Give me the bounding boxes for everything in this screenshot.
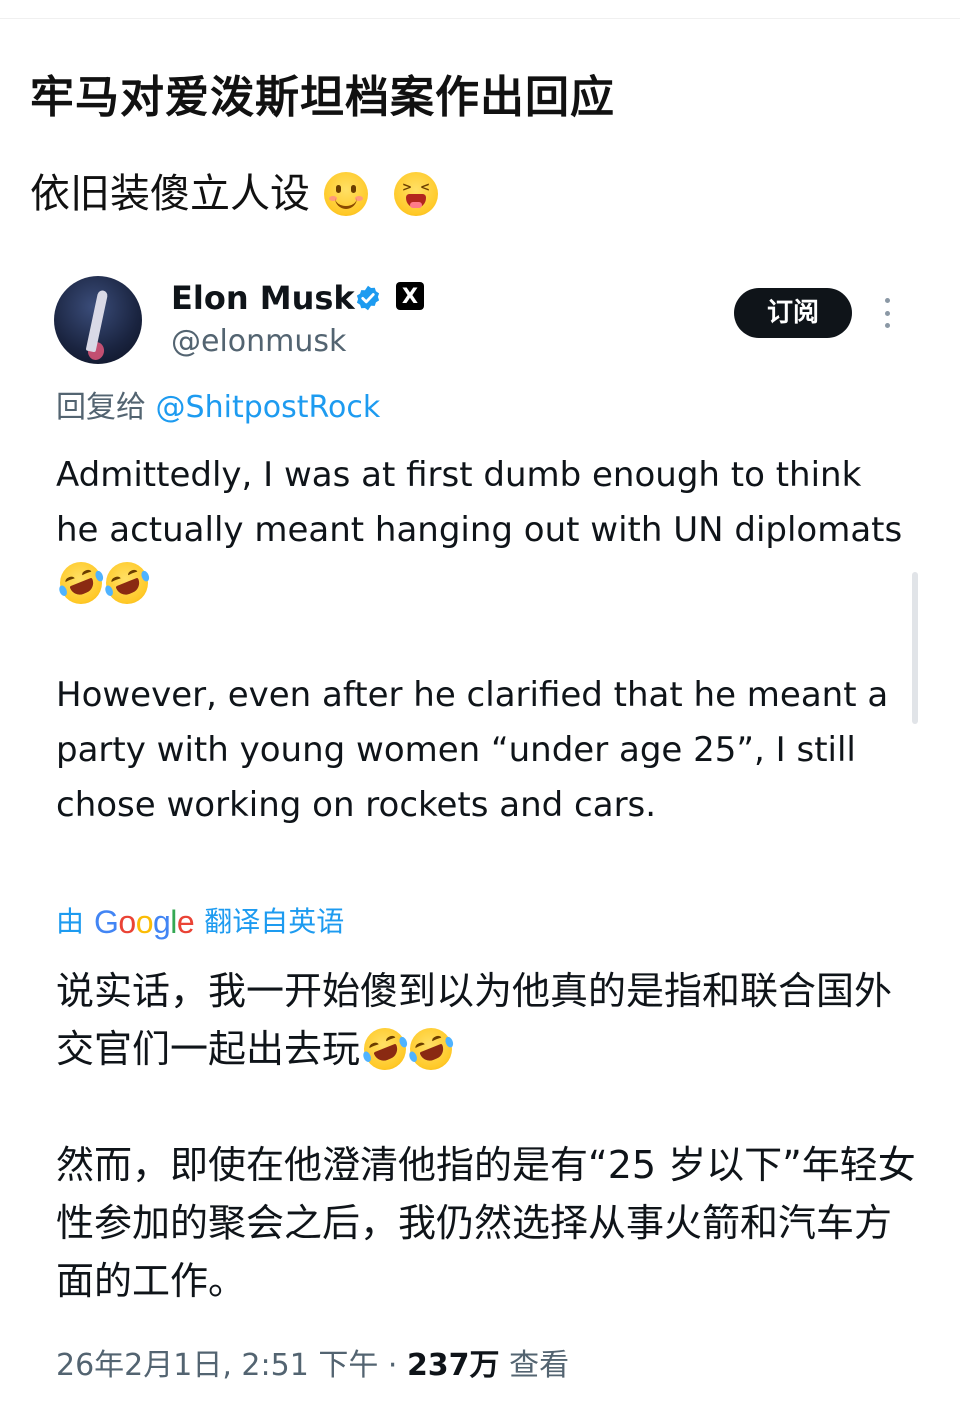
avatar[interactable] <box>54 276 142 364</box>
top-divider <box>0 18 960 19</box>
translated-paragraph: 然而，即使在他澄清他指的是有“25 岁以下”年轻女性参加的聚会之后，我仍然选择从… <box>56 1143 916 1303</box>
x-logo-icon: X <box>396 282 424 310</box>
tweet-meta: 26年2月1日, 2:51 下午 · 237万 查看 <box>56 1346 569 1386</box>
verified-badge-icon <box>356 285 380 311</box>
google-logo: Google <box>94 904 195 940</box>
more-options-icon[interactable] <box>882 298 892 328</box>
translation-attribution[interactable]: 由 Google 翻译自英语 <box>56 902 344 942</box>
tweet-paragraph-1-text: Admittedly, I was at first dumb enough t… <box>56 455 903 550</box>
translate-prefix: 由 <box>56 905 85 938</box>
translated-paragraph-1-text: 说实话，我一开始傻到以为他真的是指和联合国外交官们一起出去玩 <box>56 969 893 1071</box>
smiling-face-icon <box>324 172 368 216</box>
rofl-face-icon <box>357 1021 413 1077</box>
translated-text: 说实话，我一开始傻到以为他真的是指和联合国外交官们一起出去玩 然而，即使在他澄清… <box>56 962 916 1310</box>
views-label: 查看 <box>499 1348 570 1383</box>
post-title: 牢马对爱泼斯坦档案作出回应 <box>30 72 615 123</box>
views-count: 237万 <box>406 1348 500 1383</box>
scrollbar[interactable] <box>912 572 918 724</box>
rofl-face-icon <box>53 555 109 611</box>
tweet-text: Admittedly, I was at first dumb enough t… <box>53 448 912 833</box>
timestamp[interactable]: 26年2月1日, 2:51 下午 · <box>56 1348 407 1383</box>
post-body-text: 依旧装傻立人设 <box>30 171 310 217</box>
reply-mention-link[interactable]: @ShitpostRock <box>156 390 381 425</box>
author-name[interactable]: Elon Musk <box>171 278 355 318</box>
tweet-paragraph: However, even after he clarified that he… <box>56 675 889 825</box>
tweet-paragraph: Admittedly, I was at first dumb enough t… <box>53 448 912 613</box>
rofl-face-icon <box>403 1021 459 1077</box>
reply-to-line: 回复给 @ShitpostRock <box>56 388 380 428</box>
rofl-face-icon <box>99 555 155 611</box>
embedded-tweet[interactable]: Elon Musk X @elonmusk 订阅 回复给 @ShitpostRo… <box>30 262 930 1412</box>
subscribe-button[interactable]: 订阅 <box>734 288 852 338</box>
laughing-face-icon: > < <box>394 172 438 216</box>
reply-prefix: 回复给 <box>56 390 146 425</box>
author-handle[interactable]: @elonmusk <box>171 322 346 362</box>
translated-paragraph: 说实话，我一开始傻到以为他真的是指和联合国外交官们一起出去玩 <box>56 962 916 1078</box>
post-body: 依旧装傻立人设 > < <box>30 166 438 222</box>
translate-suffix: 翻译自英语 <box>204 905 345 938</box>
